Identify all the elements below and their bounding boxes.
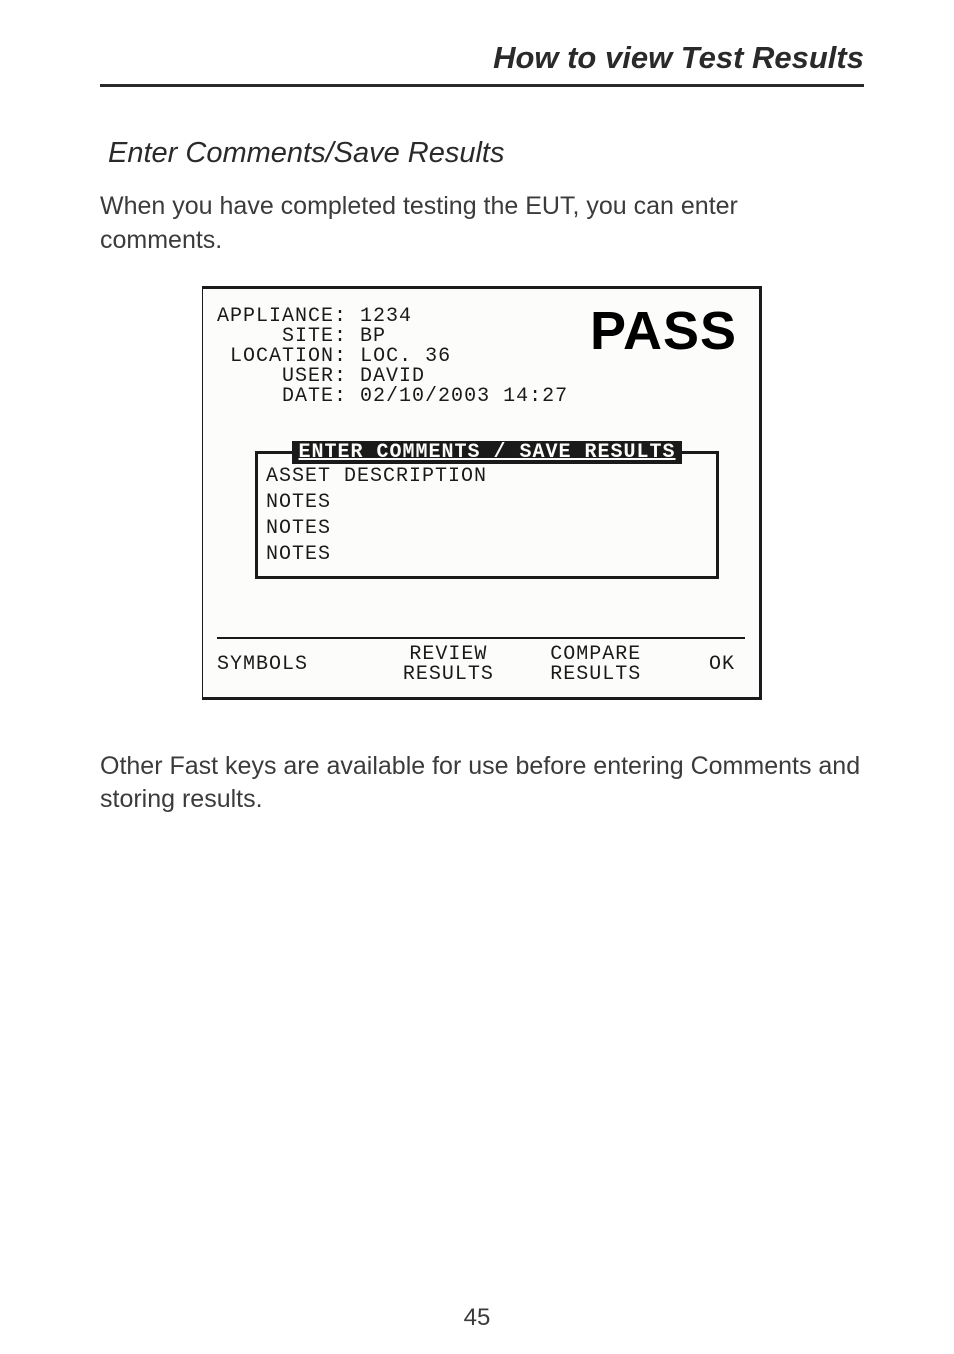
page-header: How to view Test Results xyxy=(100,40,864,87)
softkey-compare-results[interactable]: COMPARE RESULTS xyxy=(522,645,669,685)
info-block: APPLIANCE: 1234 SITE: BP LOCATION: LOC. … xyxy=(217,307,568,407)
date-row: DATE: 02/10/2003 14:27 xyxy=(217,387,568,407)
intro-paragraph: When you have completed testing the EUT,… xyxy=(100,190,864,258)
appliance-row: APPLIANCE: 1234 xyxy=(217,307,568,327)
screen-top: APPLIANCE: 1234 SITE: BP LOCATION: LOC. … xyxy=(217,307,745,407)
section-title: Enter Comments/Save Results xyxy=(108,137,864,170)
softkeys: SYMBOLS REVIEW RESULTS COMPARE RESULTS O… xyxy=(217,637,745,691)
softkey-symbols[interactable]: SYMBOLS xyxy=(217,655,375,675)
comments-box-wrap: ENTER COMMENTS / SAVE RESULTS ASSET DESC… xyxy=(255,451,719,579)
softkey-review-results[interactable]: REVIEW RESULTS xyxy=(375,645,522,685)
device-screen: APPLIANCE: 1234 SITE: BP LOCATION: LOC. … xyxy=(202,286,762,700)
site-row: SITE: BP xyxy=(217,327,568,347)
comment-line-asset: ASSET DESCRIPTION xyxy=(266,464,708,490)
comment-line-notes-3: NOTES xyxy=(266,542,708,568)
comments-box: ENTER COMMENTS / SAVE RESULTS ASSET DESC… xyxy=(255,451,719,579)
date-label: DATE: xyxy=(282,385,347,408)
user-row: USER: DAVID xyxy=(217,367,568,387)
location-row: LOCATION: LOC. 36 xyxy=(217,347,568,367)
comment-line-notes-2: NOTES xyxy=(266,516,708,542)
pass-badge: PASS xyxy=(590,307,745,356)
comments-body: ASSET DESCRIPTION NOTES NOTES NOTES xyxy=(266,458,708,568)
comments-legend: ENTER COMMENTS / SAVE RESULTS xyxy=(266,441,708,464)
outro-paragraph: Other Fast keys are available for use be… xyxy=(100,750,864,818)
comment-line-notes-1: NOTES xyxy=(266,490,708,516)
comments-legend-text: ENTER COMMENTS / SAVE RESULTS xyxy=(292,441,681,464)
page-number: 45 xyxy=(0,1304,954,1332)
date-value: 02/10/2003 14:27 xyxy=(360,385,568,408)
page: How to view Test Results Enter Comments/… xyxy=(0,0,954,1354)
softkey-ok[interactable]: OK xyxy=(669,655,743,675)
